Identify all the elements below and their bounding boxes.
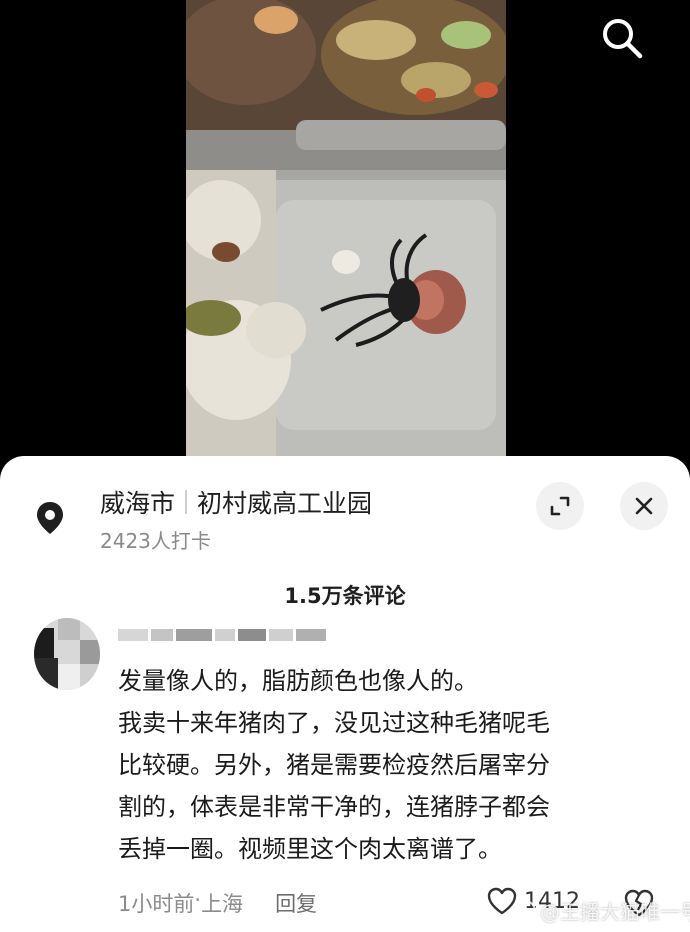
comment-line: 比较硬。另外，猪是需要检疫然后屠宰分 — [118, 751, 550, 779]
meta-dot: · — [194, 888, 202, 912]
comment-meta: 1小时前 · 上海 回复 — [118, 888, 317, 918]
video-frame-food-tray — [186, 0, 506, 470]
location-separator — [185, 490, 188, 514]
food-tray-image — [186, 0, 506, 470]
search-button[interactable] — [598, 14, 646, 62]
comment-text: 发量像人的，脂肪颜色也像人的。 我卖十来年猪肉了，没见过这种毛猪呢毛 比较硬。另… — [118, 660, 648, 870]
search-icon — [603, 19, 643, 59]
username-obscured — [118, 626, 328, 644]
watermark-logo — [514, 899, 536, 922]
location-title[interactable]: 威海市 初村威高工业园 — [100, 484, 372, 520]
comment-line: 割的，体表是非常干净的，连猪脖子都会 — [118, 793, 550, 821]
comment-time: 1小时前 — [118, 892, 195, 916]
comment-region: 上海 — [201, 892, 244, 916]
location-pin-icon — [30, 498, 70, 538]
location-place: 初村威高工业园 — [197, 489, 373, 518]
comments-count-title: 1.5万条评论 — [284, 584, 406, 608]
reply-button[interactable]: 回复 — [275, 888, 317, 918]
comment-line: 发量像人的，脂肪颜色也像人的。 — [118, 667, 478, 695]
close-button[interactable] — [620, 482, 668, 530]
expand-button[interactable] — [536, 482, 584, 530]
comment-line: 丢掉一圈。视频里这个肉太离谱了。 — [118, 835, 502, 863]
watermark-text: @王播大猫唯一号 — [540, 900, 690, 924]
location-checkins: 2423人打卡 — [100, 529, 211, 553]
watermark: @王播大猫唯一号 — [514, 896, 690, 925]
expand-icon — [550, 496, 570, 516]
comment-line: 我卖十来年猪肉了，没见过这种毛猪呢毛 — [118, 709, 550, 737]
location-city: 威海市 — [100, 489, 176, 518]
close-icon — [635, 497, 653, 515]
avatar[interactable] — [34, 618, 100, 690]
video-player[interactable] — [0, 0, 690, 470]
